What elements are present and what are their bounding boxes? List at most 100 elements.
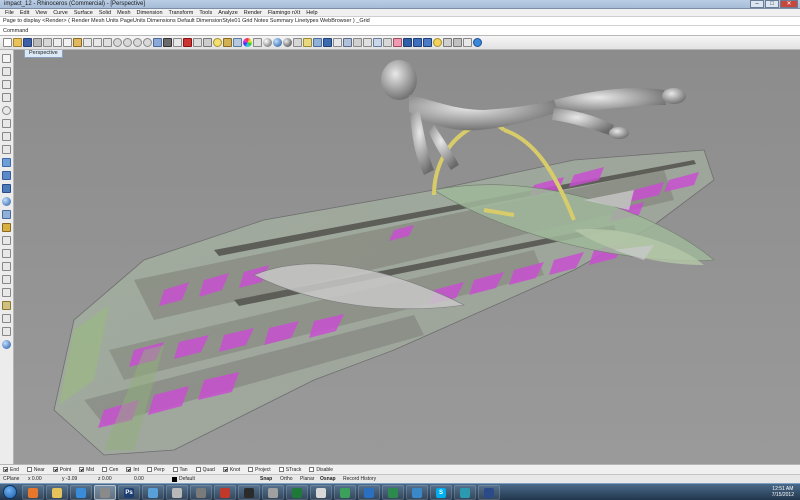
polygon-icon[interactable] [2,145,11,154]
arc-icon[interactable] [2,119,11,128]
circle-icon[interactable] [2,106,11,115]
menu-analyze[interactable]: Analyze [215,10,241,16]
menu-tools[interactable]: Tools [196,10,215,16]
osnap-checkbox[interactable] [309,467,315,472]
osnap-checkbox[interactable] [126,467,132,472]
shaded-sphere-icon[interactable] [283,38,292,47]
status-record-history[interactable]: Record History [343,476,376,482]
properties-icon[interactable] [253,38,262,47]
osnap-checkbox[interactable] [248,467,254,472]
scale-icon[interactable] [2,301,11,310]
osnap-end[interactable]: End [3,467,19,473]
taskbar-app-button[interactable] [94,485,116,500]
status-planar[interactable]: Planar [300,476,314,482]
zoom-extents-icon[interactable] [133,38,142,47]
print-icon[interactable] [33,38,42,47]
render-preview-icon[interactable] [273,38,282,47]
mesh-icon[interactable] [2,210,11,219]
open-folder-icon[interactable] [13,38,22,47]
extrude-icon[interactable] [2,171,11,180]
menu-surface[interactable]: Surface [71,10,96,16]
wireframe-icon[interactable] [303,38,312,47]
status-osnap[interactable]: Osnap [320,476,336,482]
taskbar-app-button[interactable] [70,485,92,500]
cut-icon[interactable] [53,38,62,47]
zoom-icon[interactable] [113,38,122,47]
close-button[interactable]: ✕ [780,0,798,8]
taskbar-app-button[interactable] [190,485,212,500]
sphere-icon[interactable] [2,197,11,206]
zoom-selected-icon[interactable] [143,38,152,47]
menu-help[interactable]: Help [303,10,320,16]
taskbar-app-button[interactable] [286,485,308,500]
polyline-icon[interactable] [2,80,11,89]
taskbar-app-button[interactable] [214,485,236,500]
osnap-perp[interactable]: Perp [146,467,165,473]
help-icon[interactable] [473,38,482,47]
fillet-icon[interactable] [2,236,11,245]
menu-flamingo[interactable]: Flamingo nXt [265,10,303,16]
toolbar-options-icon[interactable] [463,38,472,47]
osnap-strack[interactable]: STrack [278,467,301,473]
color-wheel-icon[interactable] [243,38,252,47]
status-ortho[interactable]: Ortho [280,476,293,482]
rotate-view-icon[interactable] [103,38,112,47]
menu-file[interactable]: File [2,10,17,16]
taskbar-app-button[interactable] [142,485,164,500]
osnap-disable[interactable]: Disable [309,467,333,473]
globe-render-icon[interactable] [2,340,11,349]
taskbar-app-button[interactable]: Ps [118,485,140,500]
edit-points-icon[interactable] [333,38,342,47]
texture-icon[interactable] [403,38,412,47]
status-layer[interactable]: Default [179,476,195,482]
taskbar-app-button[interactable] [166,485,188,500]
trim-icon[interactable] [2,249,11,258]
osnap-checkbox[interactable] [146,467,152,472]
taskbar-app-button[interactable] [238,485,260,500]
osnap-int[interactable]: Int [126,467,139,473]
pan-icon[interactable] [93,38,102,47]
osnap-near[interactable]: Near [26,467,45,473]
osnap-checkbox[interactable] [195,467,201,472]
boolean-icon[interactable] [2,223,11,232]
maximize-button[interactable]: □ [765,0,779,8]
cplane-icon[interactable] [153,38,162,47]
curve-icon[interactable] [2,93,11,102]
xray-icon[interactable] [323,38,332,47]
new-file-icon[interactable] [3,38,12,47]
distance-icon[interactable] [363,38,372,47]
osnap-checkbox[interactable] [278,467,284,472]
taskbar-app-button[interactable] [382,485,404,500]
rhino-cloud-icon[interactable] [453,38,462,47]
rotate-icon[interactable] [2,288,11,297]
curvature-icon[interactable] [353,38,362,47]
flamingo-icon[interactable] [393,38,402,47]
volume-icon[interactable] [383,38,392,47]
camera-icon[interactable] [443,38,452,47]
taskbar-app-button[interactable] [334,485,356,500]
clock[interactable]: 12:51 AM 7/15/2012 [772,486,794,498]
menu-view[interactable]: View [32,10,50,16]
layer-color-swatch[interactable] [172,477,177,482]
taskbar-app-button[interactable] [358,485,380,500]
grid-icon[interactable] [193,38,202,47]
minimize-button[interactable]: – [750,0,764,8]
layer-icon[interactable] [233,38,242,47]
osnap-tan[interactable]: Tan [172,467,188,473]
sun-icon[interactable] [433,38,442,47]
osnap-cen[interactable]: Cen [102,467,118,473]
menu-dimension[interactable]: Dimension [134,10,166,16]
osnap-checkbox[interactable] [102,467,108,472]
split-icon[interactable] [2,262,11,271]
array-icon[interactable] [2,314,11,323]
taskbar-app-button[interactable] [406,485,428,500]
osnap-icon[interactable] [203,38,212,47]
start-button[interactable] [3,485,17,499]
taskbar-app-button[interactable]: S [430,485,452,500]
dimension-icon[interactable] [2,327,11,336]
menu-solid[interactable]: Solid [96,10,114,16]
osnap-checkbox[interactable] [26,467,32,472]
surface-icon[interactable] [2,158,11,167]
menu-render[interactable]: Render [241,10,265,16]
light-bulb-icon[interactable] [213,38,222,47]
